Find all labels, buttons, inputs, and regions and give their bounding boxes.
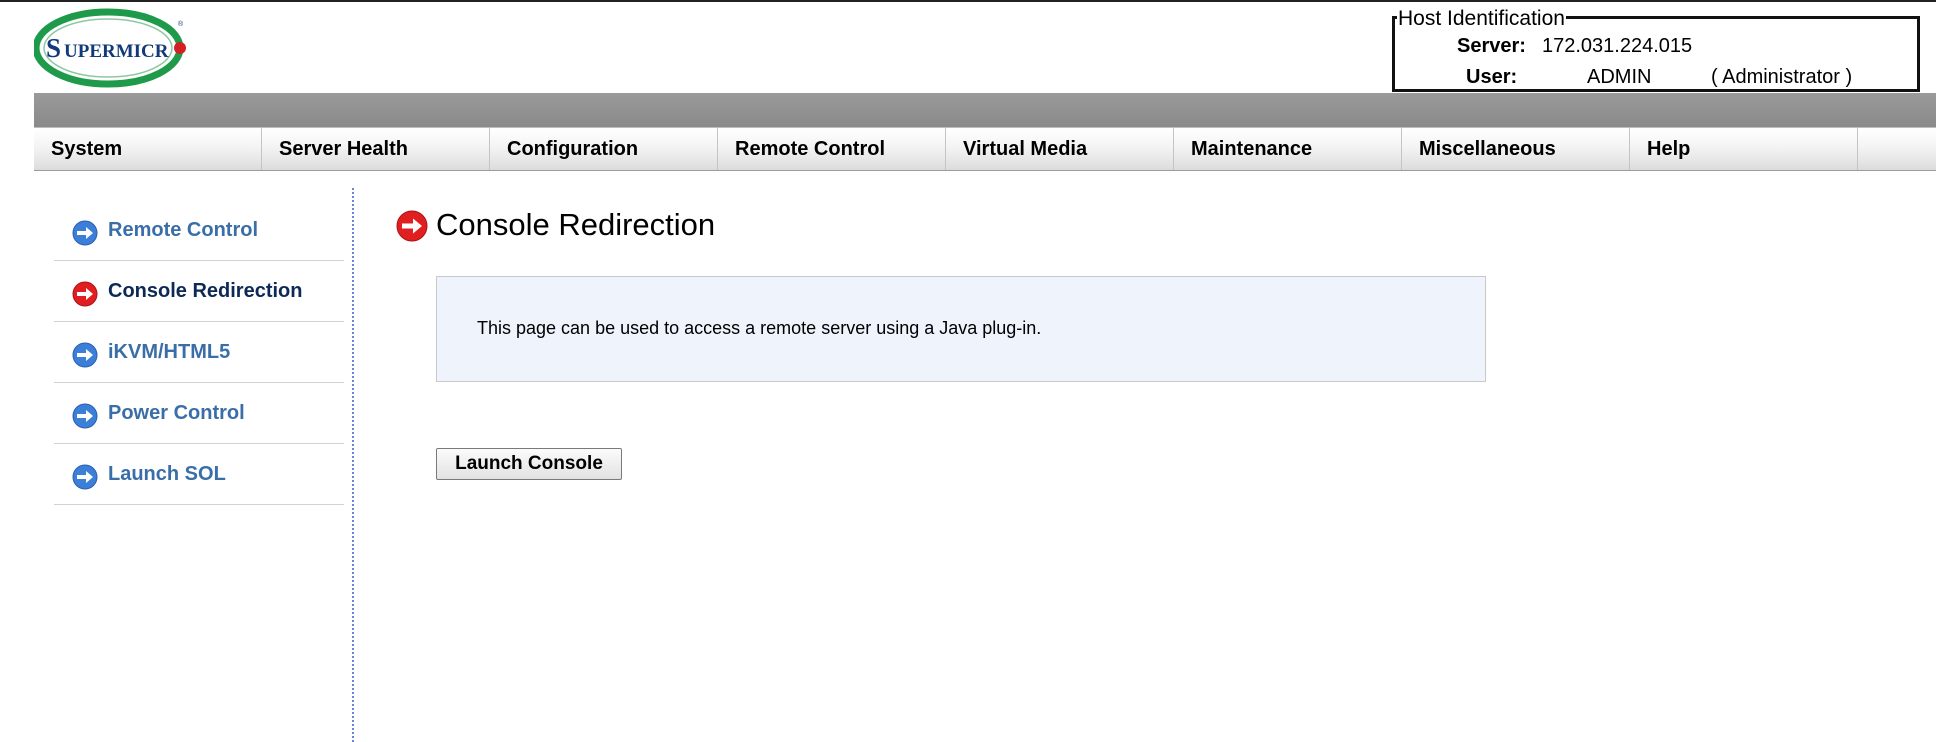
sidebar-item-label: Remote Control xyxy=(108,219,258,241)
host-identification-legend: Host Identification xyxy=(1397,7,1566,30)
supermicro-logo: S UPERMICR ® xyxy=(34,8,186,88)
sidebar-item-label: Console Redirection xyxy=(108,280,303,302)
description-panel: This page can be used to access a remote… xyxy=(436,276,1486,382)
nav-remote-control[interactable]: Remote Control xyxy=(718,128,946,170)
sidebar-item-label: Launch SOL xyxy=(108,463,226,485)
host-identification-panel: Host Identification Server: 172.031.224.… xyxy=(1392,8,1920,92)
launch-console-button[interactable]: Launch Console xyxy=(436,448,622,480)
sidebar: Remote Control Console Redirection iKVM/… xyxy=(54,200,344,505)
arrow-right-blue-icon xyxy=(72,464,98,490)
description-text: This page can be used to access a remote… xyxy=(477,318,1042,338)
arrow-right-red-icon xyxy=(396,210,428,242)
nav-maintenance[interactable]: Maintenance xyxy=(1174,128,1402,170)
main-navigation: System Server Health Configuration Remot… xyxy=(34,127,1936,171)
nav-help[interactable]: Help xyxy=(1630,128,1858,170)
host-server-row: Server: 172.031.224.015 xyxy=(1395,35,1917,57)
arrow-right-red-icon xyxy=(72,281,98,307)
server-label: Server: xyxy=(1457,35,1526,57)
nav-configuration[interactable]: Configuration xyxy=(490,128,718,170)
user-label: User: xyxy=(1466,66,1518,88)
sidebar-item-launch-sol[interactable]: Launch SOL xyxy=(54,444,344,505)
nav-system[interactable]: System xyxy=(34,128,262,170)
nav-miscellaneous[interactable]: Miscellaneous xyxy=(1402,128,1630,170)
header-band xyxy=(34,93,1936,127)
svg-text:®: ® xyxy=(178,20,184,28)
server-value: 172.031.224.015 xyxy=(1542,35,1693,57)
nav-server-health[interactable]: Server Health xyxy=(262,128,490,170)
sidebar-item-console-redirection[interactable]: Console Redirection xyxy=(54,261,344,322)
svg-text:UPERMICR: UPERMICR xyxy=(64,41,169,62)
arrow-right-blue-icon xyxy=(72,342,98,368)
sidebar-divider xyxy=(352,188,354,742)
user-role: ( Administrator ) xyxy=(1711,66,1853,88)
sidebar-item-ikvm-html5[interactable]: iKVM/HTML5 xyxy=(54,322,344,383)
page-title: Console Redirection xyxy=(436,207,716,242)
sidebar-item-label: iKVM/HTML5 xyxy=(108,341,231,363)
sidebar-item-remote-control[interactable]: Remote Control xyxy=(54,200,344,261)
user-value: ADMIN xyxy=(1587,66,1652,88)
svg-text:S: S xyxy=(46,33,61,63)
sidebar-item-power-control[interactable]: Power Control xyxy=(54,383,344,444)
nav-virtual-media[interactable]: Virtual Media xyxy=(946,128,1174,170)
sidebar-item-label: Power Control xyxy=(108,402,245,424)
top-border xyxy=(0,0,1936,2)
arrow-right-blue-icon xyxy=(72,403,98,429)
host-user-row: User: ADMIN ( Administrator ) xyxy=(1395,66,1917,88)
arrow-right-blue-icon xyxy=(72,220,98,246)
